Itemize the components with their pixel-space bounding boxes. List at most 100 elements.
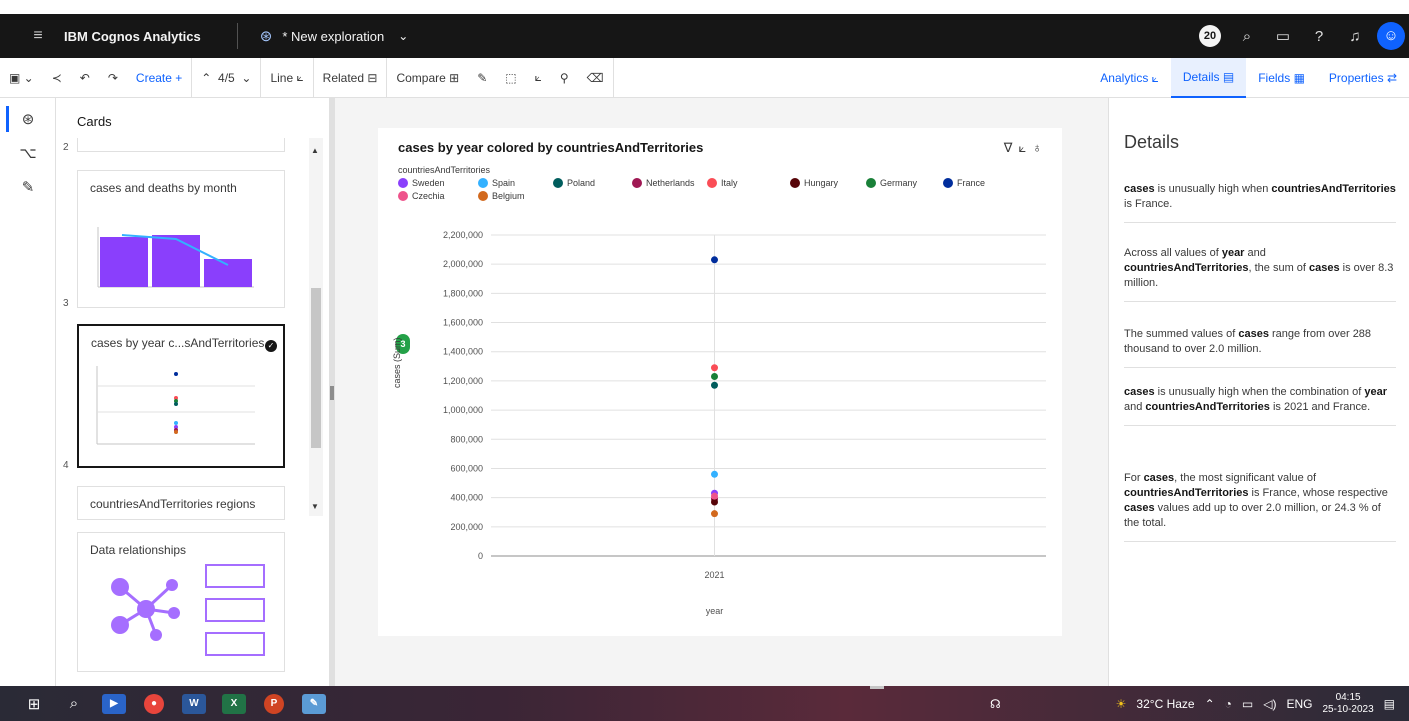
delete-icon[interactable]: ⌫ — [578, 58, 613, 98]
language-indicator[interactable]: ENG — [1286, 697, 1312, 711]
data-point-italy[interactable] — [711, 364, 718, 372]
card-label: countriesAndTerritories regions — [90, 497, 256, 511]
line-chart-button[interactable]: Line ⟀ — [261, 58, 312, 98]
insight-item[interactable]: For cases, the most significant value of… — [1124, 471, 1396, 542]
y-tick-label: 2,000,000 — [443, 259, 483, 269]
taskbar-handle — [870, 686, 884, 689]
pin-icon[interactable]: ✎ — [468, 58, 496, 98]
insight-text: , the most significant value of — [1174, 472, 1317, 484]
chrome-icon[interactable]: ● — [134, 686, 174, 721]
insight-text: The summed values of — [1124, 328, 1239, 340]
x-tick-label: 2021 — [704, 570, 724, 580]
notifications-icon[interactable]: ▤ — [1384, 697, 1395, 711]
tab-details-label: Details — [1182, 70, 1220, 84]
insight-text: is unusually high when — [1154, 183, 1272, 195]
chevron-down-icon[interactable]: ⌄ — [241, 71, 251, 85]
search-icon[interactable]: ⌕ — [1229, 28, 1265, 45]
create-button[interactable]: Create + — [127, 58, 191, 98]
weather-text[interactable]: 32°C Haze — [1136, 697, 1194, 711]
undo-icon[interactable]: ↶ — [71, 58, 99, 98]
y-tick-label: 1,200,000 — [443, 376, 483, 386]
paint-icon[interactable]: ✎ — [294, 686, 334, 721]
page-nav[interactable]: ⌃ 4/5 ⌄ — [192, 58, 260, 98]
word-icon[interactable]: W — [174, 686, 214, 721]
select-icon[interactable]: ⬚ — [496, 58, 525, 98]
y-tick-label: 0 — [478, 551, 483, 561]
insight-item[interactable]: cases is unusually high when countriesAn… — [1124, 182, 1396, 223]
data-point-belgium[interactable] — [711, 510, 718, 518]
insight-item[interactable]: Across all values of year and countriesA… — [1124, 246, 1396, 302]
data-point-france[interactable] — [711, 256, 718, 264]
insight-field: cases — [1238, 328, 1269, 340]
tab-fields[interactable]: Fields ▦ — [1246, 58, 1317, 98]
notification-count-badge[interactable]: 20 — [1199, 25, 1221, 47]
filter-icon[interactable]: ⚲ — [551, 58, 578, 98]
thumb-bar — [100, 237, 148, 287]
cards-scrollbar[interactable]: ▲ ▼ — [309, 138, 323, 516]
pin-nav-icon[interactable]: ✎ — [0, 170, 56, 204]
y-tick-label: 600,000 — [450, 463, 483, 473]
date: 25-10-2023 — [1322, 703, 1374, 715]
hierarchy-nav-icon[interactable]: ⌥ — [0, 136, 56, 170]
insight-text: , the sum of — [1248, 262, 1310, 274]
chevron-up-icon[interactable]: ⌃ — [1205, 697, 1215, 711]
chevron-up-icon[interactable]: ⌃ — [201, 71, 211, 85]
clock[interactable]: 04:15 25-10-2023 — [1323, 692, 1374, 716]
compare-button[interactable]: Compare ⊞ — [387, 58, 468, 98]
save-icon[interactable]: ▣ ⌄ — [0, 58, 43, 98]
search-icon[interactable]: ⌕ — [54, 686, 94, 721]
app-icon-widget[interactable]: ▶ — [94, 686, 134, 721]
card-cases-by-year[interactable]: cases by year c...sAndTerritories ✓ — [77, 324, 285, 468]
windows-start-icon[interactable]: ⊞ — [14, 686, 54, 721]
data-point-spain[interactable] — [711, 470, 718, 478]
visualization-card[interactable]: cases by year colored by countriesAndTer… — [378, 128, 1062, 636]
windows-taskbar: ⊞ ⌕ ▶ ● W X P ✎ ☊ ☀ 32°C Haze ⌃ ◔ ▭ ◁) E… — [0, 686, 1409, 721]
network-icon[interactable]: ◔ — [1225, 697, 1232, 711]
scroll-down-icon[interactable]: ▼ — [311, 502, 319, 511]
exploration-switcher[interactable]: ⊛ * New exploration ⌄ — [260, 27, 409, 45]
people-icon[interactable]: ☊ — [990, 697, 1001, 711]
tab-details[interactable]: Details ▤ — [1170, 58, 1247, 98]
card-cases-deaths[interactable]: cases and deaths by month — [77, 170, 285, 308]
data-point-poland[interactable] — [711, 381, 718, 389]
tab-analytics[interactable]: Analytics ⟀ — [1088, 58, 1171, 98]
chat-icon[interactable]: ▭ — [1265, 27, 1301, 45]
insight-item[interactable]: cases is unusually high when the combina… — [1124, 385, 1396, 426]
user-avatar-icon[interactable]: ☺ — [1377, 22, 1405, 50]
help-icon[interactable]: ? — [1301, 28, 1337, 45]
menu-icon[interactable]: ≡ — [20, 14, 56, 58]
insight-item[interactable]: The summed values of cases range from ov… — [1124, 327, 1396, 368]
chevron-down-icon[interactable]: ⌄ — [398, 29, 408, 43]
cards-nav-icon[interactable]: ⊛ — [0, 102, 56, 136]
bell-icon[interactable]: ♫ — [1337, 28, 1373, 45]
card-partial[interactable] — [77, 138, 285, 152]
card-countries-regions[interactable]: countriesAndTerritories regions — [77, 486, 285, 520]
card-data-relationships[interactable]: Data relationships — [77, 532, 285, 672]
excel-icon[interactable]: X — [214, 686, 254, 721]
insight-field: countriesAndTerritories — [1145, 401, 1270, 413]
related-label: Related — [322, 70, 365, 85]
powerpoint-icon[interactable]: P — [254, 686, 294, 721]
chart-icon[interactable]: ⟀ — [526, 58, 551, 98]
line-label: Line — [270, 70, 294, 85]
weather-icon[interactable]: ☀ — [1116, 697, 1127, 711]
resize-grip[interactable] — [330, 386, 334, 400]
scrollbar-thumb[interactable] — [311, 288, 321, 448]
scroll-up-icon[interactable]: ▲ — [311, 146, 319, 155]
data-point-czechia[interactable] — [711, 492, 718, 500]
scatter-plot[interactable]: 0 200,000 400,000 600,000 800,000 1,000,000 1,… — [378, 128, 1062, 636]
redo-icon[interactable]: ↷ — [99, 58, 127, 98]
share-icon[interactable]: ≺ — [43, 58, 71, 98]
cards-title: Cards — [77, 114, 112, 129]
data-point-germany[interactable] — [711, 373, 718, 381]
tab-fields-label: Fields — [1258, 71, 1291, 85]
volume-icon[interactable]: ◁) — [1263, 697, 1276, 711]
tab-properties[interactable]: Properties ⇄ — [1317, 58, 1409, 98]
cards-panel: Cards 2 cases and deaths by month 3 case… — [57, 98, 329, 686]
related-button[interactable]: Related ⊟ — [314, 58, 387, 98]
insight-field: cases — [1309, 262, 1340, 274]
insight-text: is 2021 and France. — [1269, 401, 1371, 413]
battery-icon[interactable]: ▭ — [1242, 697, 1253, 711]
related-icon: ⊟ — [367, 70, 378, 85]
left-rail: ⊛ ⌥ ✎ — [0, 98, 56, 686]
